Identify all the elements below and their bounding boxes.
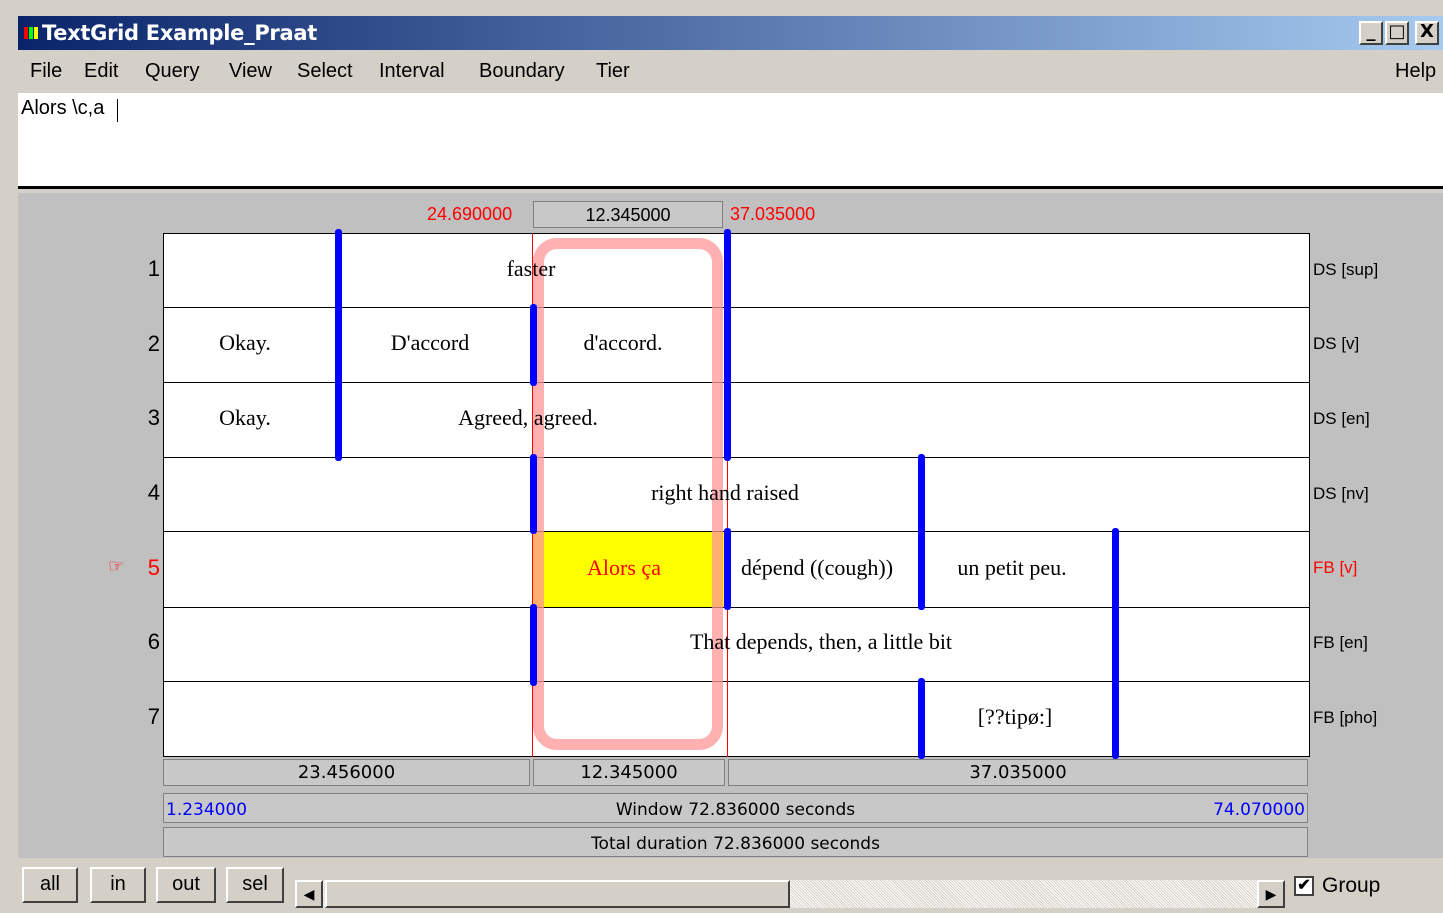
interval-boundary[interactable]	[530, 454, 537, 534]
tier-divider	[163, 607, 1310, 608]
window-duration-label: Window 72.836000 seconds	[615, 800, 856, 820]
praat-textgrid-window: TextGrid Example_Praat _ □ X File Edit Q…	[0, 0, 1443, 913]
interval-label[interactable]: right hand raised	[651, 480, 799, 506]
tier-divider	[163, 531, 1310, 532]
tier-number: 1	[147, 256, 160, 281]
menu-boundary[interactable]: Boundary	[479, 60, 565, 83]
interval-label[interactable]: Agreed, agreed.	[458, 405, 598, 431]
zoom-all-button[interactable]: all	[22, 867, 78, 903]
total-duration-bar[interactable]: Total duration 72.836000 seconds	[163, 827, 1308, 857]
window-end-time: 74.070000	[1213, 800, 1305, 820]
menu-bar: File Edit Query View Select Interval Bou…	[18, 52, 1443, 92]
interval-label[interactable]: faster	[507, 256, 556, 282]
zoom-selection-button[interactable]: sel	[226, 867, 284, 903]
tier-name[interactable]: DS [en]	[1313, 409, 1370, 429]
group-checkbox[interactable]: ✔	[1294, 876, 1314, 896]
scroll-left-arrow-icon[interactable]: ◀	[295, 880, 323, 908]
minimize-button[interactable]: _	[1359, 21, 1383, 45]
group-label: Group	[1322, 874, 1381, 897]
interval-boundary[interactable]	[335, 229, 342, 461]
interval-label[interactable]: D'accord	[391, 330, 469, 356]
tier-number: 3	[147, 405, 160, 430]
scrollbar-thumb[interactable]	[325, 880, 790, 908]
close-button[interactable]: X	[1415, 21, 1439, 45]
interval-label[interactable]: dépend ((cough))	[741, 555, 893, 581]
interval-label-selected[interactable]: Alors ça	[587, 555, 661, 581]
selection-duration-box[interactable]: 12.345000	[533, 201, 723, 228]
interval-boundary[interactable]	[1112, 528, 1119, 759]
tier-name[interactable]: FB [pho]	[1313, 708, 1377, 728]
duration-selection[interactable]: 12.345000	[533, 759, 725, 786]
tier-name[interactable]: FB [en]	[1313, 633, 1368, 653]
menu-help[interactable]: Help	[1395, 60, 1436, 83]
interval-text-field[interactable]: Alors \c,a	[18, 93, 1443, 189]
interval-text-value: Alors \c,a	[21, 97, 105, 119]
tier-name[interactable]: DS [nv]	[1313, 484, 1369, 504]
selection-end-time[interactable]: 37.035000	[730, 204, 815, 225]
maximize-button[interactable]: □	[1385, 21, 1409, 45]
menu-view[interactable]: View	[229, 60, 272, 83]
zoom-out-button[interactable]: out	[156, 867, 216, 903]
tier-divider	[163, 681, 1310, 682]
interval-boundary[interactable]	[724, 528, 731, 610]
interval-label[interactable]: Okay.	[219, 330, 271, 356]
menu-query[interactable]: Query	[145, 60, 199, 83]
duration-after-selection[interactable]: 37.035000	[728, 759, 1308, 786]
window-title: TextGrid Example_Praat	[42, 21, 317, 45]
tier-number: 2	[147, 331, 160, 356]
menu-select[interactable]: Select	[297, 60, 353, 83]
total-duration-label: Total duration 72.836000 seconds	[591, 834, 880, 854]
scroll-right-arrow-icon[interactable]: ▶	[1257, 880, 1285, 908]
tier-number: 6	[147, 629, 160, 654]
tier-number: 4	[147, 480, 160, 505]
interval-label[interactable]: [??tipø:]	[978, 704, 1053, 730]
zoom-in-button[interactable]: in	[90, 867, 146, 903]
menu-file[interactable]: File	[30, 60, 62, 83]
menu-interval[interactable]: Interval	[379, 60, 445, 83]
interval-label[interactable]: d'accord.	[583, 330, 662, 356]
interval-boundary[interactable]	[918, 454, 925, 610]
tier-name[interactable]: DS [sup]	[1313, 260, 1378, 280]
interval-label[interactable]: That depends, then, a little bit	[690, 629, 952, 655]
selection-start-time[interactable]: 24.690000	[427, 204, 512, 225]
interval-label[interactable]: un petit peu.	[957, 555, 1066, 581]
interval-boundary[interactable]	[530, 304, 537, 386]
window-duration-bar[interactable]: 1.234000 Window 72.836000 seconds 74.070…	[163, 793, 1308, 823]
tier-number-active: 5	[147, 555, 160, 580]
tier-number: 7	[147, 704, 160, 729]
text-caret	[117, 99, 118, 122]
menu-edit[interactable]: Edit	[84, 60, 118, 83]
interval-boundary[interactable]	[918, 678, 925, 759]
title-bar[interactable]: TextGrid Example_Praat _ □ X	[18, 16, 1443, 50]
interval-boundary[interactable]	[724, 229, 731, 461]
duration-before-selection[interactable]: 23.456000	[163, 759, 530, 786]
interval-boundary[interactable]	[530, 604, 537, 686]
tier-name-active[interactable]: FB [v]	[1313, 558, 1357, 578]
praat-app-icon	[24, 27, 38, 39]
menu-tier[interactable]: Tier	[596, 60, 630, 83]
tier-name[interactable]: DS [v]	[1313, 334, 1359, 354]
interval-label[interactable]: Okay.	[219, 405, 271, 431]
